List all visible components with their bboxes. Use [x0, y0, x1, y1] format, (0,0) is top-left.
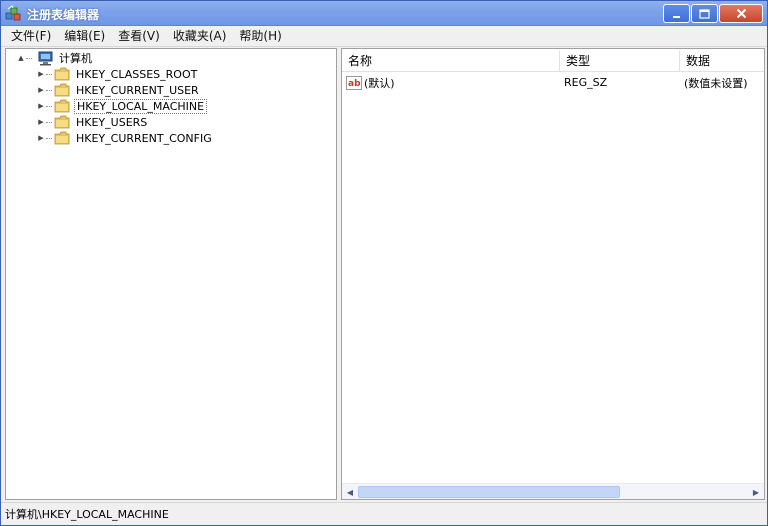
tree-item-label: HKEY_USERS: [76, 115, 148, 129]
tree-item-label: HKEY_CURRENT_USER: [76, 83, 199, 97]
value-type: REG_SZ: [564, 76, 608, 89]
expand-arrow-icon[interactable]: ▶: [36, 82, 46, 98]
tree-connector: [46, 73, 52, 75]
list-header: 名称 类型 数据: [342, 51, 764, 72]
tree-item-hkey-classes-root[interactable]: ▶ HKEY_CLASSES_ROOT: [36, 66, 199, 82]
maximize-button[interactable]: [691, 4, 718, 23]
maximize-icon: [699, 8, 710, 19]
values-list-pane[interactable]: 名称 类型 数据 ab (默认) REG_SZ (数值未设置) ◀ ▶: [341, 48, 765, 500]
scrollbar-thumb[interactable]: [358, 486, 620, 498]
tree-connector: [46, 105, 52, 107]
horizontal-scrollbar[interactable]: ◀ ▶: [342, 483, 764, 499]
folder-icon: [54, 99, 70, 113]
tree-item-hkey-users[interactable]: ▶ HKEY_USERS: [36, 114, 149, 130]
tree-item-hkey-current-config[interactable]: ▶ HKEY_CURRENT_CONFIG: [36, 130, 214, 146]
expand-arrow-icon[interactable]: ▶: [36, 130, 46, 146]
tree-item-label: HKEY_CURRENT_CONFIG: [76, 131, 212, 145]
tree-item-label: 计算机: [59, 52, 92, 65]
expand-arrow-icon[interactable]: ▶: [36, 98, 46, 114]
value-name-cell: ab (默认): [342, 75, 560, 91]
collapse-arrow-icon[interactable]: ▲: [16, 50, 26, 66]
registry-editor-window: 注册表编辑器 文件(F) 编辑(E) 查看(V) 收藏夹(A) 帮助(H) ▲: [0, 0, 768, 526]
svg-text:ab: ab: [348, 79, 361, 89]
tree-connector: [26, 57, 32, 59]
menu-bar: 文件(F) 编辑(E) 查看(V) 收藏夹(A) 帮助(H): [1, 26, 767, 47]
tree-item-computer[interactable]: ▲ 计算机: [16, 50, 94, 66]
folder-icon: [54, 115, 70, 129]
computer-icon: [38, 51, 53, 65]
menu-edit[interactable]: 编辑(E): [58, 27, 112, 46]
menu-help[interactable]: 帮助(H): [233, 27, 288, 46]
expand-arrow-icon[interactable]: ▶: [36, 114, 46, 130]
close-icon: [736, 8, 746, 19]
menu-file[interactable]: 文件(F): [5, 27, 58, 46]
tree-item-hkey-current-user[interactable]: ▶ HKEY_CURRENT_USER: [36, 82, 201, 98]
scroll-left-arrow-icon[interactable]: ◀: [342, 484, 358, 499]
tree-item-label-selected: HKEY_LOCAL_MACHINE: [74, 98, 208, 114]
folder-icon: [54, 67, 70, 81]
expand-arrow-icon[interactable]: ▶: [36, 66, 46, 82]
tree-item-label: HKEY_CLASSES_ROOT: [76, 67, 198, 81]
minimize-button[interactable]: [663, 4, 690, 23]
folder-icon: [54, 131, 70, 145]
value-name: (默认): [364, 76, 395, 90]
value-row-default[interactable]: ab (默认) REG_SZ (数值未设置): [342, 74, 764, 91]
tree-item-hkey-local-machine[interactable]: ▶ HKEY_LOCAL_MACHINE: [36, 98, 208, 114]
column-header-name[interactable]: 名称: [342, 51, 560, 72]
scroll-right-arrow-icon[interactable]: ▶: [748, 484, 764, 499]
menu-view[interactable]: 查看(V): [112, 27, 167, 46]
title-bar[interactable]: 注册表编辑器: [1, 1, 767, 26]
value-data: (数值未设置): [684, 76, 748, 90]
status-path: 计算机\HKEY_LOCAL_MACHINE: [5, 508, 169, 521]
status-bar: 计算机\HKEY_LOCAL_MACHINE: [1, 502, 767, 525]
tree-connector: [46, 89, 52, 91]
registry-tree-pane[interactable]: ▲ 计算机 ▶ HKEY_CLASSES_ROOT ▶ HKEY_CURRENT…: [5, 48, 337, 500]
close-button[interactable]: [719, 4, 763, 23]
string-value-icon: ab: [346, 75, 362, 90]
menu-favorites[interactable]: 收藏夹(A): [167, 27, 234, 46]
folder-icon: [54, 83, 70, 97]
column-header-data[interactable]: 数据: [680, 51, 764, 72]
column-header-type[interactable]: 类型: [560, 51, 680, 72]
registry-editor-icon: [5, 5, 21, 21]
tree-connector: [46, 121, 52, 123]
tree-connector: [46, 137, 52, 139]
minimize-icon: [672, 15, 680, 18]
window-title: 注册表编辑器: [27, 8, 100, 22]
